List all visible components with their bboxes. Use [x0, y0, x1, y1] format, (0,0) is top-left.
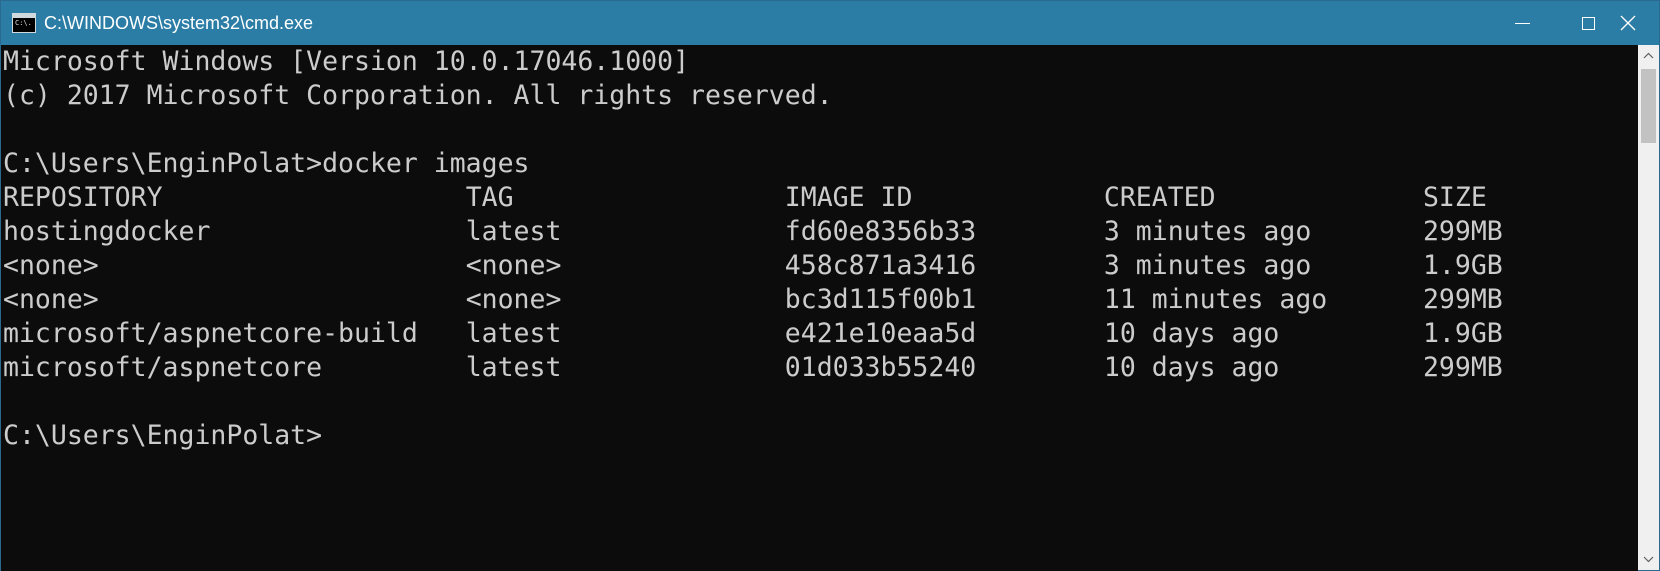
col-created: 10 days ago	[1103, 318, 1423, 349]
cmd-window: C:\. C:\WINDOWS\system32\cmd.exe Microso…	[0, 0, 1660, 571]
table-row: microsoft/aspnetcore-build latest e421e1…	[3, 317, 1503, 351]
col-tag: latest	[465, 352, 785, 383]
command-text: docker images	[322, 148, 530, 179]
col-repository: hostingdocker	[3, 216, 466, 247]
col-size: 299MB	[1422, 284, 1503, 315]
col-tag: latest	[465, 216, 785, 247]
col-image-id: 458c871a3416	[784, 250, 1104, 281]
col-created: 10 days ago	[1103, 352, 1423, 383]
col-tag: latest	[465, 318, 785, 349]
minimize-button[interactable]	[1489, 1, 1555, 45]
col-tag: TAG	[465, 182, 785, 213]
col-image-id: bc3d115f00b1	[784, 284, 1104, 315]
table-row: hostingdocker latest fd60e8356b33 3 minu…	[3, 215, 1503, 249]
col-tag: <none>	[465, 250, 785, 281]
col-image-id: IMAGE ID	[784, 182, 1104, 213]
scrollbar-thumb[interactable]	[1641, 69, 1656, 143]
console-output[interactable]: Microsoft Windows [Version 10.0.17046.10…	[1, 45, 1638, 571]
table-row: <none> <none> 458c871a3416 3 minutes ago…	[3, 249, 1503, 283]
chevron-down-icon	[1643, 556, 1654, 563]
col-image-id: 01d033b55240	[784, 352, 1104, 383]
minimize-icon	[1514, 22, 1530, 24]
scroll-down-button[interactable]	[1638, 549, 1659, 570]
window-title: C:\WINDOWS\system32\cmd.exe	[44, 12, 314, 33]
scroll-up-button[interactable]	[1638, 45, 1659, 66]
col-size: 1.9GB	[1422, 318, 1503, 349]
col-image-id: fd60e8356b33	[784, 216, 1104, 247]
cmd-app-icon[interactable]: C:\.	[12, 13, 36, 33]
close-button[interactable]	[1595, 1, 1660, 45]
col-size: SIZE	[1422, 182, 1487, 213]
col-created: 3 minutes ago	[1103, 216, 1423, 247]
col-created: 3 minutes ago	[1103, 250, 1423, 281]
table-header-row: REPOSITORY TAG IMAGE ID CREATED SIZE	[3, 181, 1503, 215]
vertical-scrollbar[interactable]	[1638, 45, 1659, 570]
col-repository: microsoft/aspnetcore-build	[3, 318, 466, 349]
col-size: 299MB	[1422, 352, 1503, 383]
col-size: 1.9GB	[1422, 250, 1503, 281]
command-line: C:\Users\EnginPolat>docker images	[3, 147, 1503, 181]
col-repository: <none>	[3, 284, 466, 315]
table-row: <none> <none> bc3d115f00b1 11 minutes ag…	[3, 283, 1503, 317]
table-row: microsoft/aspnetcore latest 01d033b55240…	[3, 351, 1503, 385]
close-icon	[1620, 15, 1636, 31]
banner-version: Microsoft Windows [Version 10.0.17046.10…	[3, 46, 690, 77]
console-text: Microsoft Windows [Version 10.0.17046.10…	[3, 45, 1503, 453]
final-prompt: C:\Users\EnginPolat>	[3, 420, 323, 451]
col-size: 299MB	[1422, 216, 1503, 247]
col-created: CREATED	[1103, 182, 1423, 213]
title-bar[interactable]: C:\. C:\WINDOWS\system32\cmd.exe	[1, 1, 1659, 45]
col-created: 11 minutes ago	[1103, 284, 1423, 315]
col-image-id: e421e10eaa5d	[784, 318, 1104, 349]
col-repository: <none>	[3, 250, 466, 281]
final-prompt-line[interactable]: C:\Users\EnginPolat>	[3, 419, 1503, 453]
col-repository: microsoft/aspnetcore	[3, 352, 466, 383]
chevron-up-icon	[1643, 52, 1654, 59]
maximize-icon	[1581, 16, 1595, 30]
prompt: C:\Users\EnginPolat>	[3, 148, 323, 179]
col-tag: <none>	[465, 284, 785, 315]
banner-copyright: (c) 2017 Microsoft Corporation. All righ…	[3, 80, 833, 111]
col-repository: REPOSITORY	[3, 182, 466, 213]
